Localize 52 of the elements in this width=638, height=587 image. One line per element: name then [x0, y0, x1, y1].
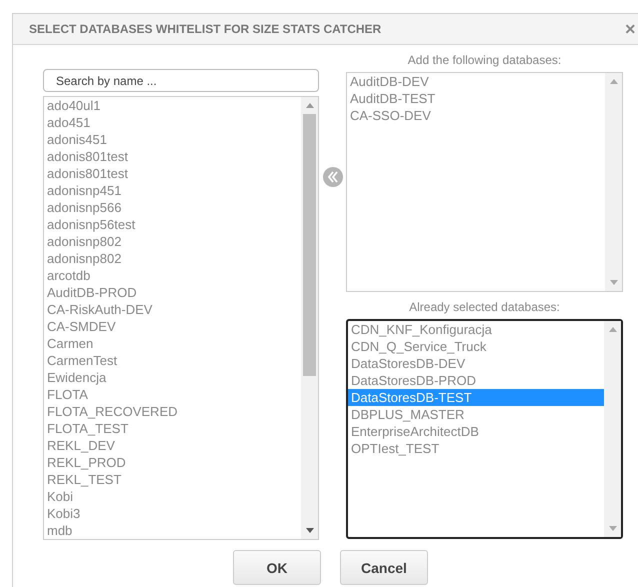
list-label: Add the following databases:: [406, 53, 562, 68]
scrollbar[interactable]: [301, 97, 318, 539]
dialog-button[interactable]: OK: [233, 550, 321, 585]
list-item[interactable]: adonisnp56test: [44, 216, 301, 233]
scroll-down-icon[interactable]: [306, 528, 314, 533]
list-item[interactable]: arcotdb: [44, 267, 301, 284]
scrollbar[interactable]: [604, 321, 621, 537]
list-item[interactable]: REKL_DEV: [44, 437, 301, 454]
list-item[interactable]: CA-SMDEV: [44, 318, 301, 335]
list-item[interactable]: mdb: [44, 522, 301, 539]
list-item[interactable]: CDN_KNF_Konfiguracja: [348, 321, 604, 338]
list-item[interactable]: AuditDB-PROD: [44, 284, 301, 301]
list-item[interactable]: adonisnp451: [44, 182, 301, 199]
list-item[interactable]: adonis451: [44, 131, 301, 148]
list-item[interactable]: DataStoresDB-TEST: [348, 389, 604, 406]
list-item[interactable]: Kobi: [44, 488, 301, 505]
scroll-up-icon[interactable]: [610, 79, 618, 84]
list-item[interactable]: Kobi3: [44, 505, 301, 522]
list-item[interactable]: DBPLUS_MASTER: [348, 406, 604, 423]
list-item[interactable]: Ewidencja: [44, 369, 301, 386]
list-item[interactable]: adonisnp802: [44, 233, 301, 250]
list-item[interactable]: AuditDB-DEV: [347, 73, 605, 90]
list-item[interactable]: FLOTA_TEST: [44, 420, 301, 437]
list-item[interactable]: DataStoresDB-DEV: [348, 355, 604, 372]
list-item[interactable]: adonis801test: [44, 148, 301, 165]
list-item[interactable]: FLOTA_RECOVERED: [44, 403, 301, 420]
list-item[interactable]: EnterpriseArchitectDB: [348, 423, 604, 440]
close-button[interactable]: ×: [625, 20, 636, 38]
list-item[interactable]: Carmen: [44, 335, 301, 352]
list-item[interactable]: CarmenTest: [44, 352, 301, 369]
list-item[interactable]: ado40ul1: [44, 97, 301, 114]
scroll-up-icon[interactable]: [306, 103, 314, 108]
list-item[interactable]: adonis801test: [44, 165, 301, 182]
list-item[interactable]: adonisnp566: [44, 199, 301, 216]
dialog-button[interactable]: Cancel: [340, 550, 428, 585]
list-item[interactable]: CA-SSO-DEV: [347, 107, 605, 124]
list-item[interactable]: FLOTA: [44, 386, 301, 403]
list-item[interactable]: DataStoresDB-PROD: [348, 372, 604, 389]
list-label: Already selected databases:: [408, 300, 561, 315]
scroll-up-icon[interactable]: [608, 327, 616, 332]
list-item[interactable]: ado451: [44, 114, 301, 131]
list-item[interactable]: AuditDB-TEST: [347, 90, 605, 107]
list-item[interactable]: REKL_PROD: [44, 454, 301, 471]
list-item[interactable]: adonisnp802: [44, 250, 301, 267]
move-left-button[interactable]: [322, 167, 342, 187]
list-item[interactable]: REKL_TEST: [44, 471, 301, 488]
dialog-title: SELECT DATABASES WHITELIST FOR SIZE STATS CATCHER: [29, 22, 382, 36]
list-item[interactable]: CA-RiskAuth-DEV: [44, 301, 301, 318]
search-field[interactable]: Search by name ...: [43, 69, 319, 92]
scrollbar[interactable]: [605, 73, 622, 291]
list-item[interactable]: OPTIest_TEST: [348, 440, 604, 457]
list-item[interactable]: CDN_Q_Service_Truck: [348, 338, 604, 355]
